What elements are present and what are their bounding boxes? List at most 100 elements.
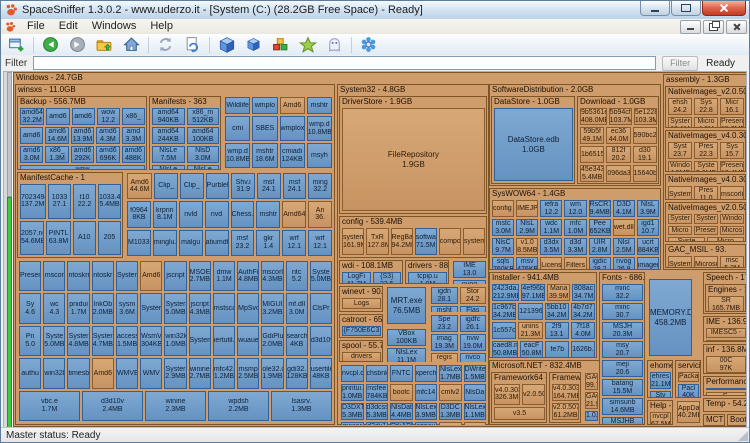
- new-view-button[interactable]: [3, 35, 30, 54]
- file-box[interactable]: 590bc2: [632, 127, 657, 144]
- file-box[interactable]: NlsLex 11.1M: [387, 348, 426, 362]
- file-box[interactable]: mstc 3.0M: [492, 219, 515, 236]
- file-box[interactable]: LogFi41.7M: [342, 272, 371, 283]
- file-box[interactable]: minc 30.7: [602, 303, 643, 320]
- file-box[interactable]: msf 23.2: [230, 229, 255, 256]
- file-box[interactable]: S.8.: [706, 392, 746, 395]
- file-box[interactable]: Pres 11.0: [694, 186, 718, 199]
- file-box[interactable]: Micros: [720, 225, 744, 235]
- file-box[interactable]: mf.dll 3.0M: [285, 293, 308, 324]
- file-box[interactable]: AuthFi 4.8MB: [237, 261, 260, 292]
- file-box[interactable]: d3dcss 5.3MB: [365, 403, 388, 420]
- file-box[interactable]: amd64 940KB: [152, 108, 185, 125]
- file-box[interactable]: wmplox: [279, 116, 305, 142]
- file-box[interactable]: tcpip.u1.8M: [408, 272, 447, 283]
- menu-file[interactable]: File: [20, 19, 52, 34]
- file-box[interactable]: amd6: [71, 108, 95, 125]
- file-box[interactable]: amd64 100KB: [186, 127, 219, 144]
- file-box[interactable]: {F750E6C3: [342, 326, 381, 336]
- file-box[interactable]: systemprofile161.9MB: [342, 228, 365, 255]
- file-box[interactable]: Clip_: [154, 173, 178, 200]
- file-box[interactable]: ming 32.2: [308, 173, 333, 200]
- file-box[interactable]: ntoskrn: [67, 261, 90, 292]
- file-box[interactable]: gkr 1.4: [256, 229, 281, 256]
- file-box[interactable]: NlsDa: [463, 384, 486, 401]
- file-box[interactable]: wrf 12.1: [308, 229, 332, 256]
- file-box[interactable]: Syst 23.7: [668, 142, 692, 159]
- file-box[interactable]: win32l: [43, 358, 66, 389]
- file-box[interactable]: 1626b.msi: [571, 341, 595, 357]
- file-box[interactable]: win32k 1.0MB: [164, 325, 187, 357]
- file-box[interactable]: wow68KB: [20, 165, 145, 169]
- filter-favorites-button[interactable]: [294, 35, 321, 54]
- close-button[interactable]: [702, 1, 746, 16]
- file-box[interactable]: mscor648KB: [341, 422, 364, 425]
- file-box[interactable]: MSOE 2.7MB: [188, 261, 211, 292]
- file-box[interactable]: MSJHB: [602, 417, 643, 424]
- file-box[interactable]: Syster: [694, 214, 718, 224]
- file-box[interactable]: eacF 50.8M: [519, 341, 544, 357]
- file-box[interactable]: 15640b: [632, 165, 657, 182]
- file-box[interactable]: appav3.3MB: [414, 422, 437, 425]
- file-box[interactable]: mstsca: [212, 293, 236, 324]
- file-box[interactable]: NlsLex 1.7MB: [439, 365, 462, 382]
- file-box[interactable]: wc 4.3: [43, 293, 66, 324]
- winsxs-files-grid[interactable]: Amd644.6MClip_Clip_PurblePlShv.i31.9msf2…: [125, 172, 333, 258]
- filter-apply-button[interactable]: Filter: [662, 55, 699, 71]
- file-box[interactable]: Syster 5.0MB: [164, 293, 187, 324]
- file-box[interactable]: spp - 2: [439, 422, 462, 425]
- region-inf[interactable]: inf - 136.8MB 00C97K00C97Kks.P128Kmac4KB: [703, 344, 746, 374]
- file-box[interactable]: batang 15.5M: [602, 379, 643, 396]
- region-installer[interactable]: Installer - 941.4MB 2423da.msi212.9MB4ef…: [489, 272, 597, 358]
- file-box[interactable]: WMVE: [115, 358, 139, 389]
- file-box[interactable]: DICTS: [706, 339, 746, 341]
- file-box[interactable]: Flas27.1: [459, 306, 486, 312]
- file-box[interactable]: malgu: [178, 229, 203, 256]
- menu-help[interactable]: Help: [143, 19, 180, 34]
- file-box[interactable]: mscorlib: [720, 186, 744, 199]
- file-box[interactable]: System: [668, 186, 692, 199]
- file-box[interactable]: NlsLe 7.5M: [152, 146, 185, 163]
- file-box[interactable]: gdi32. 128KB: [285, 358, 308, 389]
- file-box[interactable]: wmp.d 10.8MB: [225, 143, 251, 168]
- file-box[interactable]: iertutil.: [212, 325, 236, 357]
- system32-files-grid[interactable]: Spe23.2igdfc26.1imag19.3Mnvw19.0Mregis22…: [429, 314, 487, 362]
- file-box[interactable]: 808ac 34.7M: [572, 284, 595, 301]
- file-box[interactable]: IME 13.0: [453, 261, 486, 278]
- file-box[interactable]: jscript 4.3MB: [188, 293, 211, 324]
- file-box[interactable]: NlsD 3.0M: [186, 146, 219, 163]
- file-box[interactable]: nvd: [204, 201, 229, 228]
- file-box[interactable]: NlsI 2.5M: [612, 238, 635, 255]
- file-box[interactable]: amd64 32.2M: [20, 108, 45, 125]
- file-box[interactable]: igdic 28.2: [588, 257, 611, 269]
- file-box[interactable]: RegBack94.2MB: [390, 228, 413, 255]
- file-box[interactable]: MpSvc: [237, 293, 260, 324]
- file-box[interactable]: ntoskr: [91, 261, 114, 292]
- file-box[interactable]: Syste 5.0MB: [43, 325, 66, 357]
- file-box[interactable]: Syster: [668, 214, 692, 224]
- file-box[interactable]: timesb: [67, 358, 90, 389]
- file-box[interactable]: 1033.4 5.4MB: [98, 184, 121, 219]
- file-box[interactable]: amd 3.3M: [121, 127, 146, 144]
- file-box[interactable]: mscor: [43, 261, 66, 292]
- region-performance[interactable]: Performance S.8.: [703, 376, 746, 396]
- file-box[interactable]: drivers: [342, 352, 381, 361]
- file-box[interactable]: amd6: [46, 108, 70, 125]
- file-box[interactable]: atiumdt: [204, 229, 229, 256]
- file-box[interactable]: 45e343 5.4MB: [580, 165, 605, 182]
- file-box[interactable]: ClsPr: [309, 293, 333, 324]
- file-box[interactable]: minglu.: [152, 229, 177, 256]
- file-box[interactable]: Syster 4.8MB: [67, 325, 90, 357]
- file-box[interactable]: NlsL 3.9M: [636, 200, 659, 217]
- maximize-button[interactable]: [671, 1, 701, 16]
- region-manifestcache[interactable]: ManifestCache - 1 70234945b78f9a0137.2MB…: [17, 172, 123, 258]
- appdata-box[interactable]: AppDat40.2MB: [675, 400, 701, 425]
- file-box[interactable]: NlsL 2.9M: [516, 219, 539, 236]
- file-box[interactable]: WMV: [140, 358, 163, 389]
- file-box[interactable]: 59b5f 49.1M: [580, 127, 605, 144]
- file-box[interactable]: Present13.4MB: [720, 161, 744, 171]
- file-box[interactable]: d3dx1520KB: [365, 422, 388, 425]
- file-box[interactable]: d30 19.1: [632, 146, 657, 163]
- file-box[interactable]: nvco38.2M: [459, 353, 486, 362]
- file-box[interactable]: Filters: [564, 257, 587, 269]
